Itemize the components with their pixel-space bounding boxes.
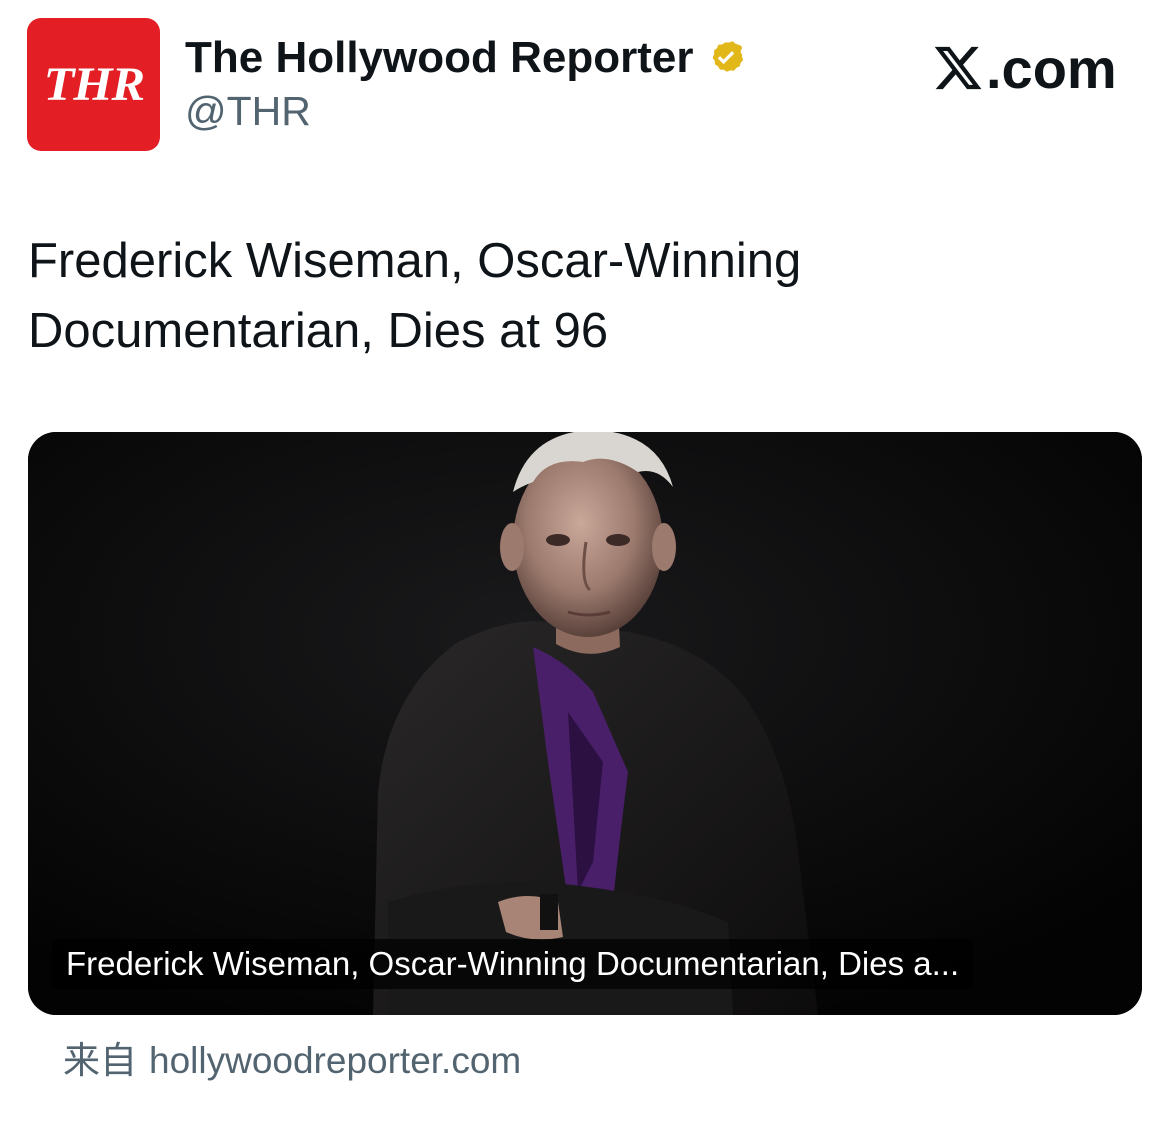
author-name-row: The Hollywood Reporter	[185, 30, 747, 86]
avatar-logo-text: THR	[43, 58, 145, 111]
link-preview-title[interactable]: Frederick Wiseman, Oscar-Winning Documen…	[52, 939, 974, 989]
link-preview-card[interactable]: Frederick Wiseman, Oscar-Winning Documen…	[28, 432, 1142, 1015]
link-source[interactable]: 来自 hollywoodreporter.com	[63, 1030, 521, 1084]
x-brand: .com	[932, 36, 1117, 100]
brand-suffix: .com	[986, 36, 1117, 100]
portrait-photo	[28, 432, 1142, 1015]
display-name[interactable]: The Hollywood Reporter	[185, 33, 693, 83]
verified-badge-icon[interactable]	[705, 37, 747, 79]
tweet-card[interactable]: THR The Hollywood Reporter @THR .com Fre…	[0, 0, 1169, 1123]
source-prefix: 来自	[63, 1039, 137, 1082]
avatar[interactable]: THR	[27, 18, 160, 151]
source-domain[interactable]: hollywoodreporter.com	[149, 1040, 521, 1082]
x-logo-icon	[934, 46, 982, 90]
tweet-text: Frederick Wiseman, Oscar-Winning Documen…	[28, 234, 802, 358]
handle[interactable]: @THR	[185, 88, 311, 135]
